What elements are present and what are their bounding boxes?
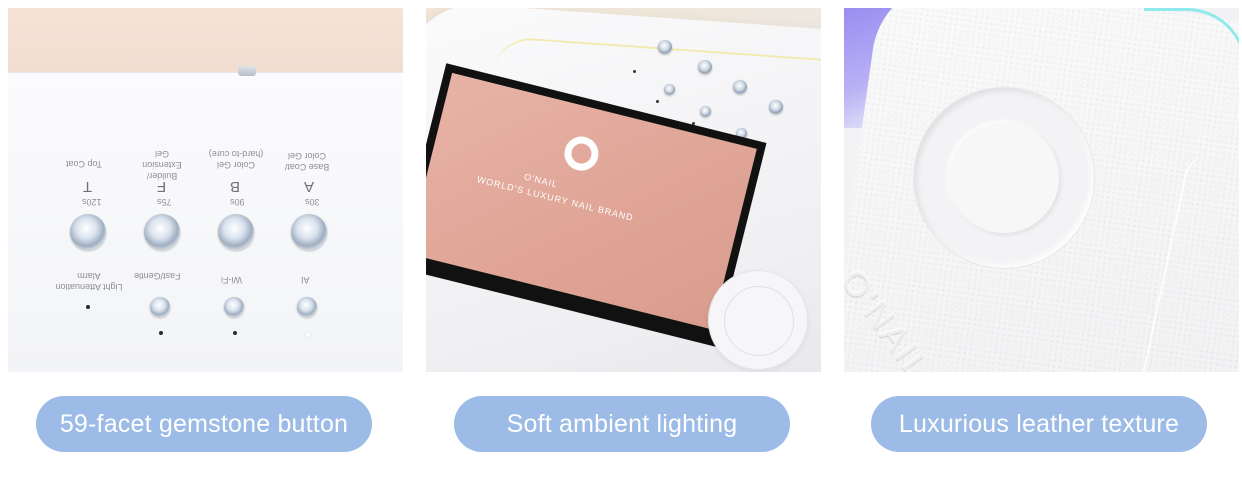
button-letter-b: B [230,178,241,195]
indicator-dot [159,331,163,335]
button-desc-t: Top Coat [66,159,103,169]
button-time-b: 90s [230,197,245,207]
background-peach [8,8,403,78]
caption-leather-texture: Luxurious leather texture [871,396,1207,452]
gemstone-button [769,100,783,114]
cyan-edge-light [1144,8,1239,141]
button-letter-t: T [83,178,93,195]
gemstone-button-ai [297,297,317,317]
indicator-dot-lit [306,333,310,337]
button-desc-b: Color Gel (hard-to cure) [208,149,264,170]
button-time-a: 30s [305,197,320,207]
indicator-dot [233,331,237,335]
indicator-dot [656,100,659,103]
gemstone-button [658,40,672,54]
caption-gemstone-button: 59-facet gemstone button [36,396,372,452]
gemstone-button-a [291,214,327,250]
button-time-f: 75s [157,197,172,207]
gemstone-button-t [70,214,106,250]
button-time-t: 120s [82,197,102,207]
button-desc-f: Builder/ Extension Gel [142,149,182,181]
embossed-ring-center [949,123,1059,233]
button-label-ai: AI [301,275,310,285]
indicator-dot [86,305,90,309]
brand-ring-logo [560,132,603,175]
device-panel [8,72,403,372]
gemstone-button-fast-gentle [150,297,170,317]
round-dial-inner [724,286,794,356]
button-label-alarm: Light Attenuation Alarm [55,271,123,292]
gemstone-button-photo: Top Coat Builder/ Extension Gel Color Ge… [8,8,403,372]
gemstone-button [698,60,712,74]
gemstone-button-f [144,214,180,250]
button-desc-a: Base Coat/ Color Gel [284,151,330,172]
button-letter-a: A [304,178,315,195]
caption-ambient-lighting: Soft ambient lighting [454,396,790,452]
device-knob [238,66,256,76]
button-label-fast-gentle: Fast/Gentle [134,271,181,281]
gemstone-button [664,84,675,95]
indicator-dot [633,70,636,73]
gemstone-button [733,80,747,94]
button-letter-f: F [157,178,167,195]
gemstone-button-wifi [224,297,244,317]
leather-texture-photo: O'NAIL [844,8,1239,372]
gemstone-button [700,106,711,117]
button-label-wifi: Wi-Fi [221,275,242,285]
gemstone-button-b [218,214,254,250]
ambient-lighting-photo: O'NAIL WORLD'S LUXURY NAIL BRAND [426,8,821,372]
